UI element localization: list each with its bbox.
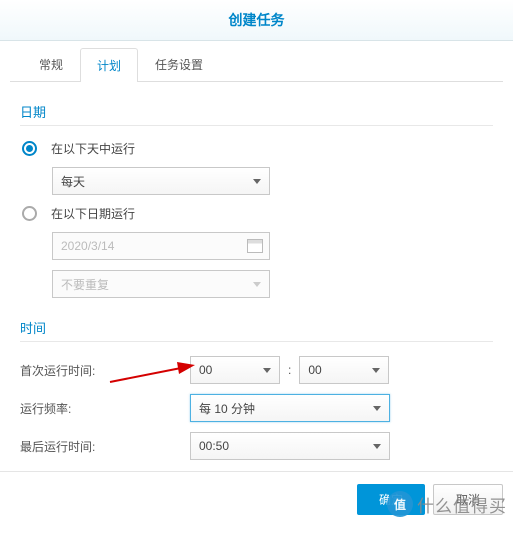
frequency-label: 运行频率:: [20, 400, 190, 417]
cancel-button[interactable]: 取消: [433, 484, 503, 515]
repeat-select[interactable]: 不要重复: [52, 270, 270, 298]
radio-run-on-date-label: 在以下日期运行: [51, 205, 135, 222]
chevron-down-icon: [253, 179, 261, 184]
date-value: 2020/3/14: [61, 239, 114, 253]
first-hour-select[interactable]: 00: [190, 356, 280, 384]
repeat-value: 不要重复: [61, 276, 109, 293]
first-min-select[interactable]: 00: [299, 356, 389, 384]
chevron-down-icon: [373, 444, 381, 449]
ok-button[interactable]: 确定: [357, 484, 425, 515]
section-time-title: 时间: [20, 308, 493, 342]
radio-run-on-days-row: 在以下天中运行: [20, 140, 493, 157]
section-date-title: 日期: [20, 92, 493, 126]
day-select[interactable]: 每天: [52, 167, 270, 195]
last-run-select[interactable]: 00:50: [190, 432, 390, 460]
radio-run-on-days[interactable]: [22, 141, 37, 156]
last-run-label: 最后运行时间:: [20, 438, 190, 455]
frequency-value: 每 10 分钟: [199, 400, 255, 417]
frequency-select[interactable]: 每 10 分钟: [190, 394, 390, 422]
radio-run-on-date-row: 在以下日期运行: [20, 205, 493, 222]
content-panel: 日期 在以下天中运行 每天 在以下日期运行 2020/3/14 不要重复 时间 …: [0, 82, 513, 499]
calendar-icon: [247, 239, 263, 253]
radio-run-on-date[interactable]: [22, 206, 37, 221]
frequency-row: 运行频率: 每 10 分钟: [20, 394, 493, 422]
tab-schedule[interactable]: 计划: [80, 48, 138, 82]
first-run-label: 首次运行时间:: [20, 362, 190, 379]
dialog-footer: 确定 取消: [0, 471, 513, 533]
last-run-row: 最后运行时间: 00:50: [20, 432, 493, 460]
chevron-down-icon: [263, 368, 271, 373]
chevron-down-icon: [372, 368, 380, 373]
tabs-bar: 常规 计划 任务设置: [10, 41, 503, 82]
last-run-value: 00:50: [199, 439, 229, 453]
chevron-down-icon: [373, 406, 381, 411]
dialog-title: 创建任务: [229, 12, 285, 28]
day-select-value: 每天: [61, 173, 85, 190]
radio-run-on-days-label: 在以下天中运行: [51, 140, 135, 157]
first-min-value: 00: [308, 363, 321, 377]
date-picker[interactable]: 2020/3/14: [52, 232, 270, 260]
tab-general[interactable]: 常规: [22, 47, 80, 81]
chevron-down-icon: [253, 282, 261, 287]
first-run-row: 首次运行时间: 00 : 00: [20, 356, 493, 384]
tab-task-settings[interactable]: 任务设置: [138, 47, 220, 81]
first-hour-value: 00: [199, 363, 212, 377]
time-colon: :: [288, 363, 291, 377]
radio-dot-icon: [26, 145, 33, 152]
dialog-header: 创建任务: [0, 0, 513, 41]
